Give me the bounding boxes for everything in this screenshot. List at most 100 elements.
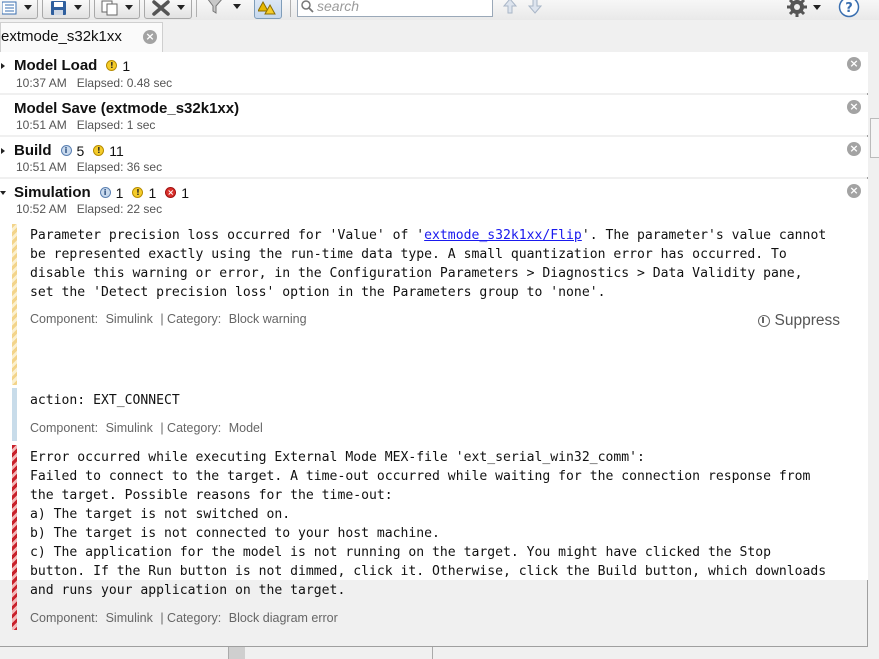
error-stripe [12, 445, 17, 630]
save-button[interactable] [42, 0, 90, 19]
stage-title-text: Simulation [14, 184, 91, 201]
block-link[interactable]: extmode_s32k1xx/Flip [424, 228, 582, 243]
component-value: Simulink [105, 421, 153, 435]
stage-subtitle: 10:52 AM Elapsed: 22 sec [16, 202, 162, 216]
suppress-button[interactable]: Suppress [757, 312, 840, 330]
error-message: Error occurred while executing External … [10, 445, 868, 630]
help-button[interactable]: ? [838, 0, 860, 23]
category-label: | Category: [160, 611, 222, 625]
message-text: Parameter precision loss occurred for 'V… [30, 226, 870, 302]
stage-time: 10:37 AM [16, 76, 67, 90]
category-value: Block warning [228, 312, 307, 326]
info-count: 5 [76, 142, 85, 159]
stage-elapsed: Elapsed: 0.48 sec [76, 76, 173, 90]
chevron-down-icon [177, 5, 185, 10]
list-icon [2, 1, 17, 14]
scroll-handle[interactable] [228, 647, 245, 659]
warning-count: 1 [148, 184, 157, 201]
tab-label: extmode_s32k1xx [1, 28, 122, 45]
bottom-bar [0, 647, 879, 659]
group-by-button[interactable] [254, 0, 282, 19]
warning-icon: ! [132, 187, 144, 198]
diagnostics-panel: Model Load ! 1 10:37 AM Elapsed: 0.48 sec… [0, 52, 868, 647]
settings-button[interactable] [787, 0, 821, 17]
stage-subtitle: 10:37 AM Elapsed: 0.48 sec [16, 76, 172, 90]
stage-model-load[interactable]: Model Load ! 1 10:37 AM Elapsed: 0.48 sec… [0, 52, 868, 93]
toolbar-separator [196, 0, 197, 17]
collapse-icon[interactable] [0, 191, 6, 195]
close-stage-icon[interactable]: × [847, 57, 861, 71]
svg-text:?: ? [845, 1, 853, 16]
warning-group-icon [258, 0, 276, 14]
stage-subtitle: 10:51 AM Elapsed: 1 sec [16, 118, 155, 132]
warning-icon: ! [93, 145, 105, 156]
close-tab-icon[interactable]: × [143, 30, 157, 44]
close-stage-icon[interactable]: × [847, 100, 861, 114]
info-icon: i [60, 145, 72, 156]
info-count-badge: i5 [60, 142, 85, 159]
search-box[interactable] [297, 0, 493, 17]
component-label: Component: [30, 421, 99, 435]
category-label: | Category: [160, 312, 222, 326]
stage-elapsed: Elapsed: 1 sec [76, 118, 156, 132]
stage-build[interactable]: Build i5 ! 11 10:51 AM Elapsed: 36 sec × [0, 137, 868, 177]
stage-elapsed: Elapsed: 22 sec [76, 202, 163, 216]
stage-simulation[interactable]: Simulation i1 ! 1 × 1 10:52 AM Elapsed: 22… [0, 179, 868, 630]
stage-title: Model Save (extmode_s32k1xx) [14, 100, 239, 117]
copy-button[interactable] [94, 0, 140, 19]
info-message: action: EXT_CONNECT Component: Simulink … [10, 388, 868, 441]
chevron-down-icon [233, 3, 241, 9]
info-stripe [12, 388, 17, 441]
warning-count-badge: ! 1 [132, 185, 156, 201]
filter-button[interactable] [205, 0, 241, 15]
stage-model-save[interactable]: Model Save (extmode_s32k1xx) 10:51 AM El… [0, 95, 868, 135]
message-component-line: Component: Simulink | Category: Block di… [30, 611, 342, 625]
warning-message: Parameter precision loss occurred for 'V… [10, 224, 868, 385]
side-panel-handle[interactable] [870, 118, 879, 158]
component-label: Component: [30, 611, 99, 625]
error-count-badge: × 1 [165, 185, 189, 201]
warning-count: 1 [122, 57, 131, 74]
next-match-button[interactable] [527, 0, 543, 19]
stage-time: 10:51 AM [16, 160, 67, 174]
close-stage-icon[interactable]: × [847, 142, 861, 156]
view-options-button[interactable] [0, 0, 38, 19]
previous-match-button[interactable] [502, 0, 518, 19]
stage-subtitle: 10:51 AM Elapsed: 36 sec [16, 160, 162, 174]
suppress-icon [757, 315, 770, 327]
category-label: | Category: [160, 421, 222, 435]
suppress-label: Suppress [774, 312, 840, 329]
save-icon [51, 0, 66, 15]
clear-button[interactable] [144, 0, 192, 19]
toolbar-separator [290, 0, 291, 17]
warning-count-badge: ! 11 [93, 143, 124, 159]
message-component-line: Component: Simulink | Category: Block wa… [30, 312, 311, 326]
warning-stripe [12, 224, 17, 385]
copy-icon [101, 0, 118, 15]
toolbar: ? [0, 0, 879, 20]
filter-icon [207, 0, 222, 14]
message-text-start: Parameter precision loss occurred for 'V… [30, 228, 425, 243]
gear-icon [787, 0, 807, 17]
help-icon: ? [838, 0, 860, 18]
stage-title-text: Model Load [14, 57, 98, 74]
stage-elapsed: Elapsed: 36 sec [76, 160, 163, 174]
search-input[interactable] [314, 0, 487, 14]
expand-icon[interactable] [1, 148, 5, 154]
category-value: Block diagram error [228, 611, 338, 625]
chevron-down-icon [24, 5, 32, 10]
search-icon [301, 0, 314, 13]
chevron-down-icon [125, 5, 133, 10]
tab-extmode[interactable]: extmode_s32k1xx × [0, 22, 163, 52]
info-count-badge: i1 [99, 185, 123, 201]
delete-x-icon [152, 0, 170, 16]
close-stage-icon[interactable]: × [847, 184, 861, 198]
expand-icon[interactable] [1, 63, 5, 69]
error-icon: × [165, 187, 177, 198]
stage-title: Simulation i1 ! 1 × 1 [14, 184, 189, 201]
warning-count-badge: ! 1 [106, 58, 130, 74]
category-value: Model [228, 421, 263, 435]
stage-title-text: Model Save (extmode_s32k1xx) [14, 100, 240, 117]
info-icon: i [99, 187, 111, 198]
component-value: Simulink [105, 312, 153, 326]
